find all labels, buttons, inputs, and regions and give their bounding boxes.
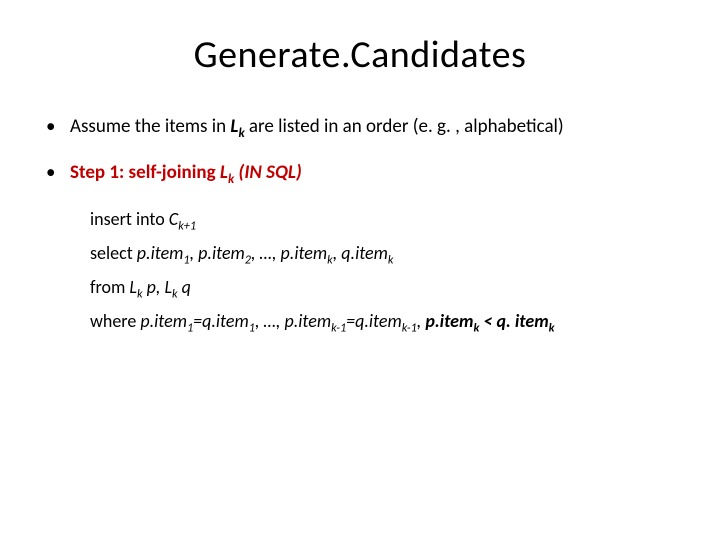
b1-pre: Assume the items in [70,115,230,138]
wh-lhs1: p.item [140,310,187,332]
b2-label: Step 1: self-joining [70,161,220,184]
sel-c1: , [190,242,199,264]
wh-rhs2: q.item [355,310,402,332]
sel-c2: , …, [251,242,281,264]
wh-rs3: k [549,321,555,336]
wh-rhs1: q.item [202,310,249,332]
sql-from: from Lk p, Lk q [90,274,690,304]
b1-post: are listed in an order (e. g. , alphabet… [245,115,564,138]
fr-kw: from [90,276,129,298]
sel-p3: p.item [281,242,328,264]
wh-eq1: = [193,310,202,332]
wh-rs2: k-1 [402,321,417,336]
sel-kw: select [90,242,137,264]
wh-mid: , …, [255,310,285,332]
bullet-2: Step 1: self-joining Lk (IN SQL) [46,160,690,188]
wh-rhs3: q. item [496,310,548,332]
sel-s4: k [388,253,394,268]
wh-lt: < [479,310,496,332]
slide-title: Generate.Candidates [30,32,690,78]
sel-p2: p.item [198,242,245,264]
wh-lhs2: p.item [284,310,331,332]
wh-lhs3: p.item [425,310,473,332]
fr-L1: L [129,276,137,298]
ins-kw: insert into [90,208,169,230]
sel-p4: q.item [341,242,388,264]
ins-c: C [169,208,178,230]
fr-L2: L [164,276,172,298]
bullet-list: Assume the items in Lk are listed in an … [46,114,690,188]
wh-ls2: k-1 [331,321,346,336]
sql-block: insert into Ck+1 select p.item1, p.item2… [90,206,690,338]
b2-sql: (IN SQL) [234,161,302,184]
sel-p1: p.item [137,242,184,264]
sql-where: where p.item1=q.item1, …, p.itemk-1=q.it… [90,308,690,338]
bullet-1: Assume the items in Lk are listed in an … [46,114,690,142]
sel-c3: , [333,242,342,264]
wh-eq2: = [346,310,355,332]
sql-select: select p.item1, p.item2, …, p.itemk, q.i… [90,240,690,270]
sql-insert: insert into Ck+1 [90,206,690,236]
b2-sym: L [220,161,228,184]
wh-kw: where [90,310,140,332]
fr-p: p, [143,276,165,298]
fr-q: q [178,276,191,298]
ins-sub: k+1 [178,219,196,234]
